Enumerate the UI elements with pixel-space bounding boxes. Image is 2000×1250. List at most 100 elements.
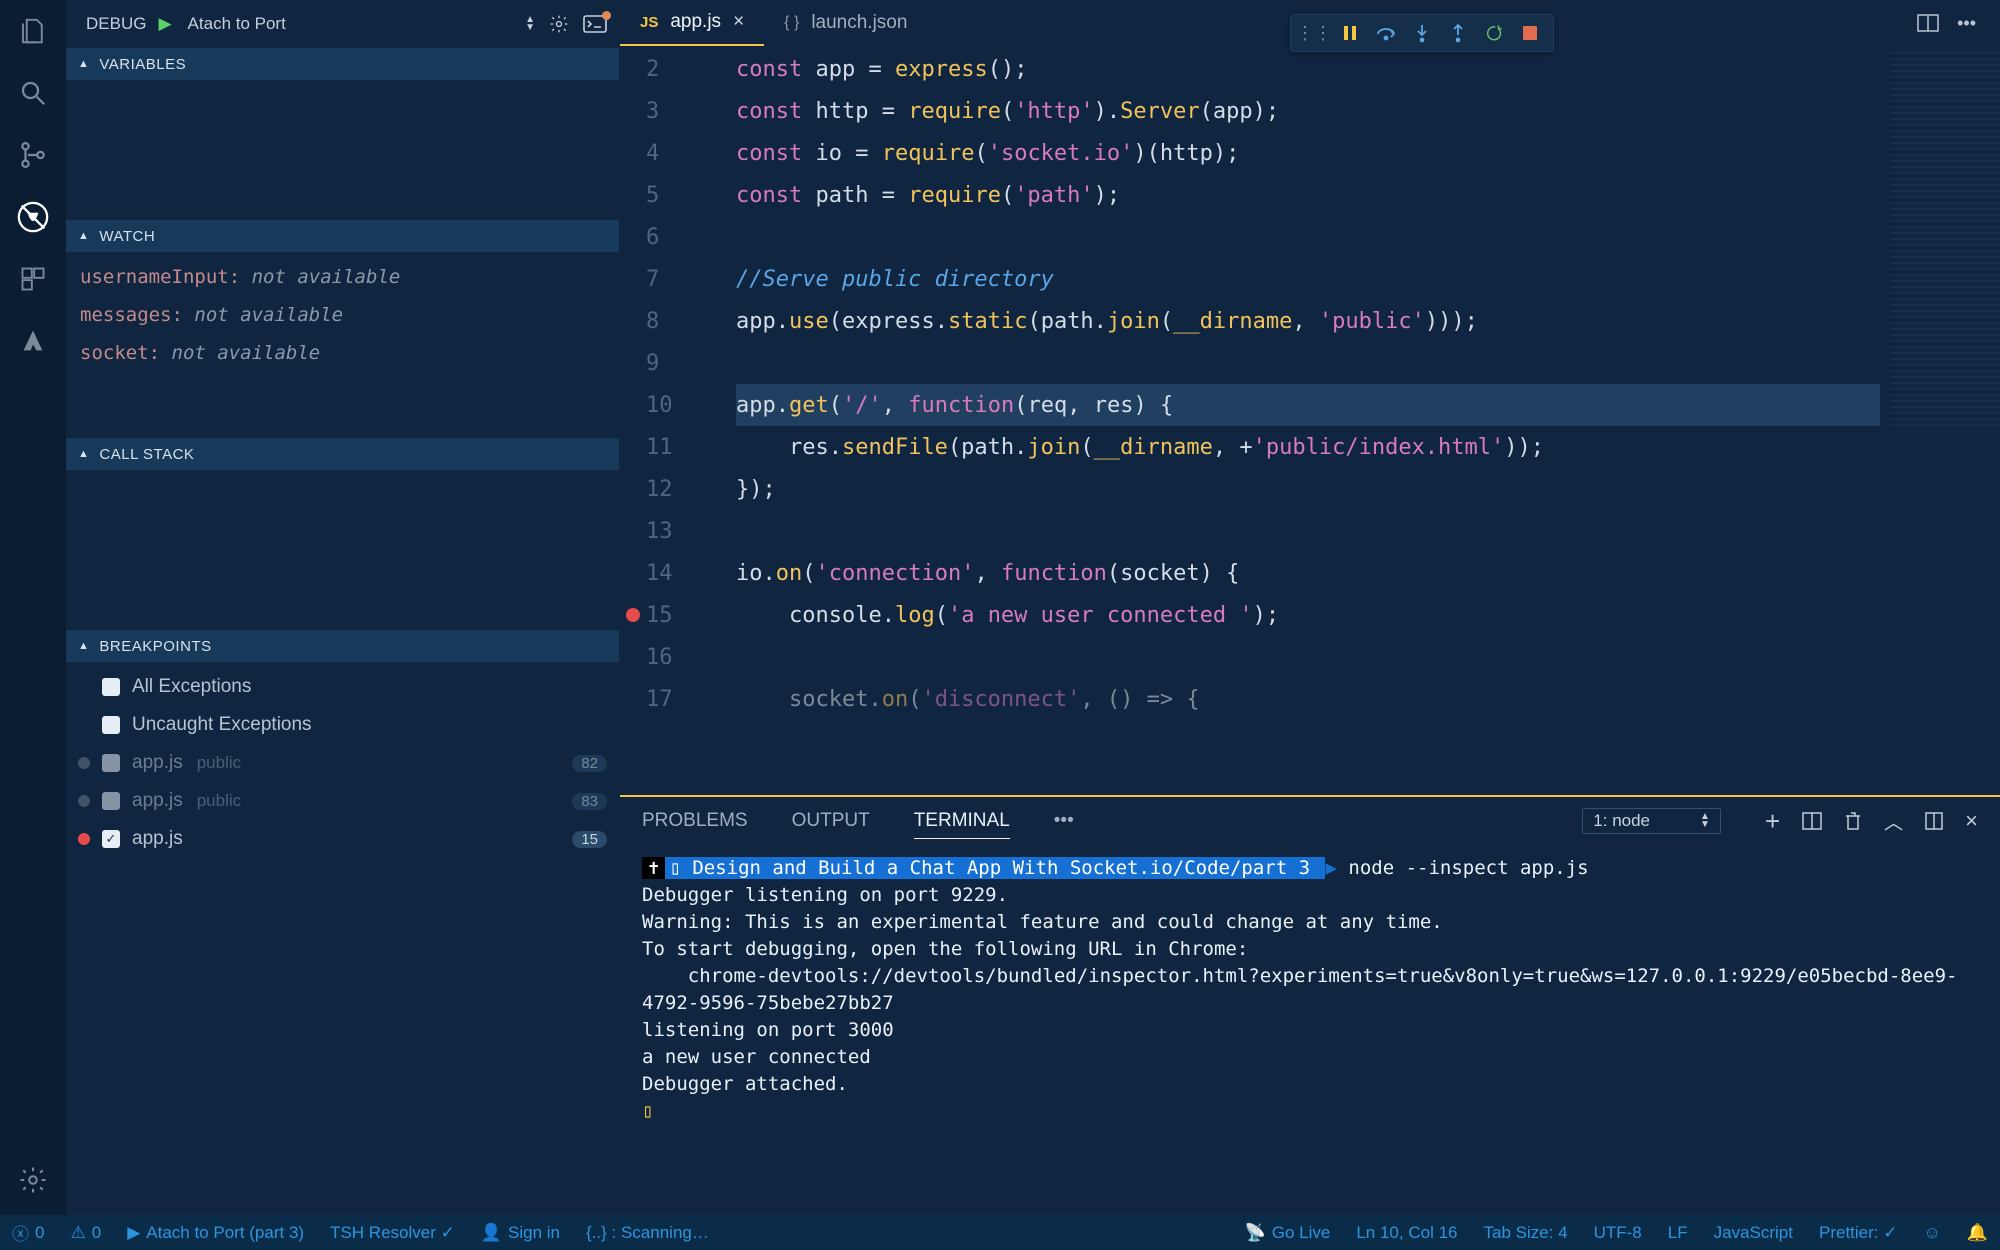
debug-toolbar[interactable]: ⋮⋮	[1290, 14, 1554, 52]
status-errors[interactable]: ⓧ 0	[12, 1220, 44, 1245]
breakpoint-row[interactable]: ✓app.js15	[66, 820, 619, 858]
status-position[interactable]: Ln 10, Col 16	[1356, 1223, 1457, 1243]
watch-item[interactable]: socket: not available	[80, 334, 605, 372]
breakpoint-gutter[interactable]	[620, 258, 646, 300]
breakpoint-gutter[interactable]	[620, 384, 646, 426]
search-icon[interactable]	[16, 76, 50, 110]
stop-icon[interactable]	[1515, 19, 1545, 47]
config-dropdown-icon[interactable]: ▲▼	[525, 16, 535, 32]
debug-icon[interactable]	[16, 200, 50, 234]
kill-terminal-icon[interactable]	[1844, 811, 1862, 831]
scm-icon[interactable]	[16, 138, 50, 172]
debug-console-icon[interactable]	[583, 15, 607, 33]
status-eol[interactable]: LF	[1668, 1223, 1688, 1243]
more-actions-icon[interactable]: •••	[1957, 13, 1976, 34]
checkbox[interactable]: ✓	[102, 830, 120, 848]
maximize-panel-icon[interactable]	[1925, 812, 1943, 830]
variables-header[interactable]: ▲VARIABLES	[66, 48, 619, 80]
breakpoint-gutter[interactable]	[620, 552, 646, 594]
step-out-icon[interactable]	[1443, 19, 1473, 47]
tab-terminal[interactable]: TERMINAL	[914, 804, 1010, 839]
line-number[interactable]: 7	[646, 258, 716, 300]
debug-config-name[interactable]: Atach to Port	[184, 14, 514, 34]
line-number[interactable]: 10	[646, 384, 716, 426]
status-language[interactable]: JavaScript	[1714, 1223, 1793, 1243]
settings-gear-icon[interactable]	[16, 1163, 50, 1197]
checkbox[interactable]	[102, 716, 120, 734]
code-line[interactable]: socket.on('disconnect', () => {	[736, 678, 1880, 720]
code-line[interactable]	[736, 510, 1880, 552]
code-line[interactable]: res.sendFile(path.join(__dirname, +'publ…	[736, 426, 1880, 468]
gear-icon[interactable]	[549, 14, 569, 34]
breakpoint-row[interactable]: app.jspublic82	[66, 744, 619, 782]
restart-icon[interactable]	[1479, 19, 1509, 47]
line-number[interactable]: 11	[646, 426, 716, 468]
status-launch[interactable]: ▶ Atach to Port (part 3)	[127, 1223, 304, 1243]
start-debug-icon[interactable]: ▶	[158, 14, 171, 34]
watch-item[interactable]: messages: not available	[80, 296, 605, 334]
files-icon[interactable]	[16, 14, 50, 48]
breakpoint-gutter[interactable]	[620, 342, 646, 384]
code-line[interactable]: });	[736, 468, 1880, 510]
new-terminal-icon[interactable]: +	[1765, 806, 1780, 837]
breakpoint-row[interactable]: app.jspublic83	[66, 782, 619, 820]
status-encoding[interactable]: UTF-8	[1594, 1223, 1642, 1243]
line-number[interactable]: 3	[646, 90, 716, 132]
watch-item[interactable]: usernameInput: not available	[80, 258, 605, 296]
breakpoint-gutter[interactable]	[620, 300, 646, 342]
callstack-header[interactable]: ▲CALL STACK	[66, 438, 619, 470]
azure-icon[interactable]	[16, 324, 50, 358]
status-prettier[interactable]: Prettier: ✓	[1819, 1223, 1897, 1243]
code-line[interactable]: app.use(express.static(path.join(__dirna…	[736, 300, 1880, 342]
code-line[interactable]: const app = express();	[736, 48, 1880, 90]
line-number[interactable]: 5	[646, 174, 716, 216]
code-line[interactable]: const http = require('http').Server(app)…	[736, 90, 1880, 132]
code-line[interactable]: const path = require('path');	[736, 174, 1880, 216]
breakpoint-gutter[interactable]	[620, 510, 646, 552]
line-number[interactable]: 6	[646, 216, 716, 258]
code-line[interactable]: console.log('a new user connected ');	[736, 594, 1880, 636]
watch-header[interactable]: ▲WATCH	[66, 220, 619, 252]
status-scanning[interactable]: {..} : Scanning…	[586, 1223, 709, 1243]
breakpoint-gutter[interactable]	[620, 426, 646, 468]
breakpoint-gutter[interactable]	[620, 48, 646, 90]
breakpoint-gutter[interactable]	[620, 678, 646, 720]
line-number[interactable]: 17	[646, 678, 716, 720]
drag-handle-icon[interactable]: ⋮⋮	[1299, 19, 1329, 47]
line-number[interactable]: 8	[646, 300, 716, 342]
step-into-icon[interactable]	[1407, 19, 1437, 47]
line-number[interactable]: 4	[646, 132, 716, 174]
tab-output[interactable]: OUTPUT	[792, 804, 870, 838]
status-signin[interactable]: 👤 Sign in	[481, 1223, 560, 1243]
terminal-output[interactable]: ✝▯ Design and Build a Chat App With Sock…	[620, 845, 2000, 1215]
status-bell-icon[interactable]: 🔔	[1967, 1223, 1988, 1243]
split-editor-icon[interactable]	[1917, 14, 1939, 32]
code-line[interactable]	[736, 342, 1880, 384]
code-line[interactable]	[736, 216, 1880, 258]
more-icon[interactable]: •••	[1054, 810, 1074, 832]
breakpoints-header[interactable]: ▲BREAKPOINTS	[66, 630, 619, 662]
breakpoint-all-exceptions[interactable]: All Exceptions	[66, 668, 619, 706]
close-panel-icon[interactable]: ×	[1965, 808, 1978, 834]
breakpoint-gutter[interactable]	[620, 90, 646, 132]
code-editor[interactable]: 234567891011121314151617 const app = exp…	[620, 48, 2000, 795]
line-number[interactable]: 16	[646, 636, 716, 678]
editor-tab[interactable]: JSapp.js×	[620, 0, 764, 46]
breakpoint-gutter[interactable]	[620, 174, 646, 216]
breakpoint-gutter[interactable]	[620, 216, 646, 258]
line-number[interactable]: 12	[646, 468, 716, 510]
tab-problems[interactable]: PROBLEMS	[642, 804, 748, 838]
breakpoint-gutter[interactable]	[620, 132, 646, 174]
checkbox[interactable]	[102, 678, 120, 696]
chevron-up-icon[interactable]: ︿	[1884, 808, 1903, 835]
code-line[interactable]	[736, 636, 1880, 678]
pause-icon[interactable]	[1335, 19, 1365, 47]
step-over-icon[interactable]	[1371, 19, 1401, 47]
code-line[interactable]: //Serve public directory	[736, 258, 1880, 300]
code-line[interactable]: const io = require('socket.io')(http);	[736, 132, 1880, 174]
editor-tab[interactable]: { }launch.json	[764, 0, 927, 46]
breakpoint-gutter[interactable]	[620, 594, 646, 636]
status-feedback-icon[interactable]: ☺	[1923, 1223, 1940, 1243]
line-number[interactable]: 14	[646, 552, 716, 594]
close-tab-icon[interactable]: ×	[733, 11, 744, 33]
